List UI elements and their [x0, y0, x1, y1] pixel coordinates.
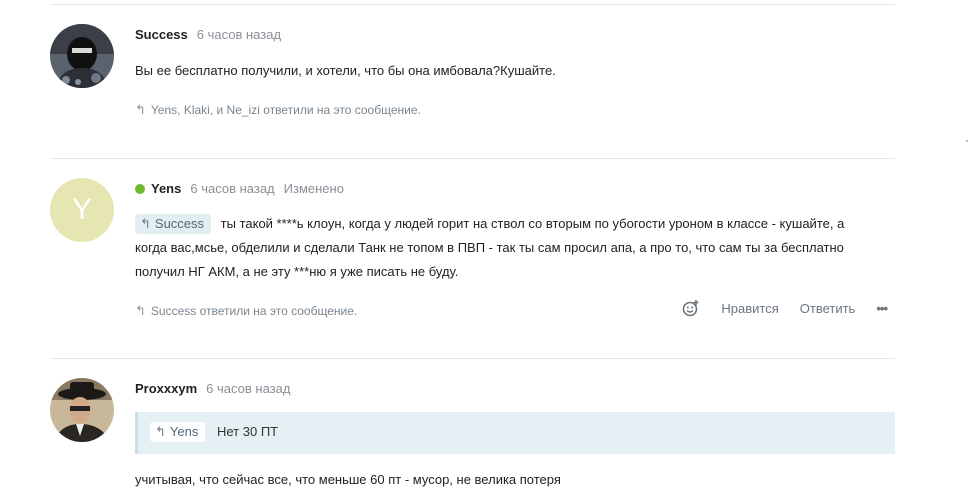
- comment-meta: Yens 6 часов назад Изменено: [135, 181, 895, 197]
- author-name[interactable]: Yens: [151, 181, 181, 196]
- avatar[interactable]: [50, 378, 114, 442]
- quote-author[interactable]: Yens: [170, 424, 198, 439]
- scroll-edge-marker: [966, 140, 968, 142]
- timestamp[interactable]: 6 часов назад: [206, 381, 290, 396]
- more-options-button[interactable]: •••: [876, 301, 888, 316]
- comment-success: Success 6 часов назад Вы ее бесплатно пол…: [50, 22, 895, 132]
- avatar-image: [50, 24, 114, 88]
- avatar[interactable]: [50, 24, 114, 88]
- comment-text: учитывая, что сейчас все, что меньше 60 …: [135, 472, 561, 487]
- comment-divider: [50, 358, 895, 359]
- quote-block: ↰ Yens Нет 30 ПТ: [135, 412, 895, 454]
- timestamp[interactable]: 6 часов назад: [197, 27, 281, 42]
- comment-yens: Y Yens 6 часов назад Изменено ↰ Success ты …: [50, 176, 895, 336]
- comment-meta: Success 6 часов назад: [135, 27, 895, 43]
- quote-mention[interactable]: ↰ Yens: [150, 422, 206, 442]
- author-name[interactable]: Success: [135, 27, 188, 42]
- reply-arrow-icon: ↰: [155, 424, 166, 439]
- reply-arrow-icon: ↰: [135, 303, 146, 318]
- replies-text[interactable]: Yens, Klaki, и Ne_izi ответили на это со…: [151, 103, 421, 117]
- avatar-image: [50, 378, 114, 442]
- text-line: когда вас,мсье, обделили и сделали Танк …: [135, 240, 844, 255]
- avatar[interactable]: Y: [50, 178, 114, 242]
- text-line: ты такой ****ь клоун, когда у людей гори…: [220, 216, 845, 231]
- timestamp[interactable]: 6 часов назад: [190, 181, 274, 196]
- quote-text: Нет 30 ПТ: [217, 424, 279, 439]
- author-name[interactable]: Proxxxym: [135, 381, 197, 396]
- comment-text: ↰ Success ты такой ****ь клоун, когда у л…: [135, 212, 895, 284]
- comment-text: Вы ее бесплатно получили, и хотели, что …: [135, 63, 556, 78]
- text-line: получил НГ АКМ, а не эту ***ню я уже пис…: [135, 264, 459, 279]
- online-status-icon: [135, 184, 145, 194]
- add-reaction-icon[interactable]: [682, 299, 700, 317]
- quote-author[interactable]: Success: [155, 216, 204, 231]
- avatar-letter: Y: [71, 193, 92, 226]
- replies-summary[interactable]: ↰ Yens, Klaki, и Ne_izi ответили на это с…: [135, 102, 895, 118]
- comment-divider: [50, 158, 895, 159]
- replies-text[interactable]: Success ответили на это сообщение.: [151, 304, 357, 318]
- reply-button[interactable]: Ответить: [800, 301, 856, 316]
- comment-meta: Proxxxym 6 часов назад: [135, 381, 895, 397]
- reply-arrow-icon: ↰: [135, 102, 146, 117]
- comment-actions: Нравится Ответить •••: [682, 299, 888, 317]
- comment-proxxxym: Proxxxym 6 часов назад ↰ Yens Нет 30 ПТ уч…: [50, 376, 895, 503]
- reply-arrow-icon: ↰: [140, 216, 151, 231]
- top-divider: [50, 4, 895, 5]
- like-button[interactable]: Нравится: [721, 301, 778, 316]
- quote-mention[interactable]: ↰ Success: [135, 214, 212, 234]
- edited-label: Изменено: [283, 181, 344, 196]
